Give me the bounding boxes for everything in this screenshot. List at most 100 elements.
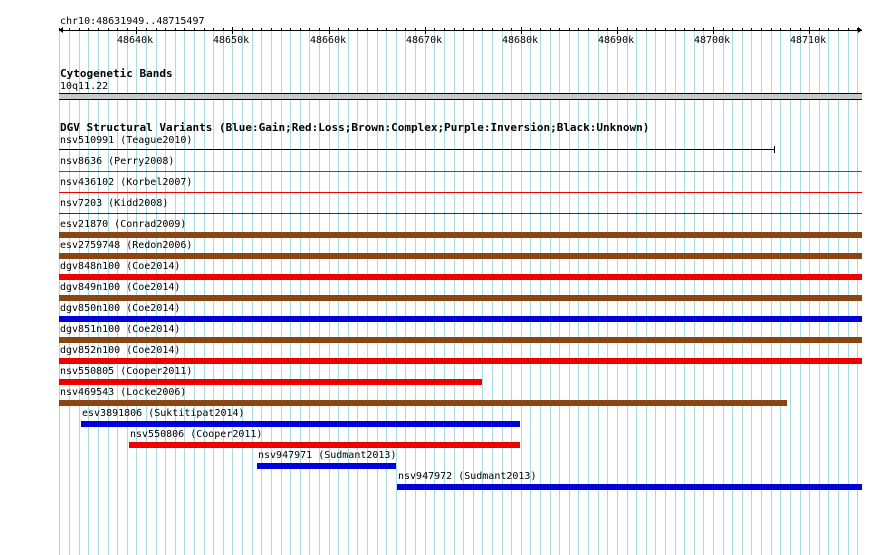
ruler-minor-tick (309, 28, 310, 31)
ruler-minor-tick (127, 28, 128, 31)
variant-bar-complex[interactable] (59, 337, 862, 343)
ruler-minor-tick (213, 28, 214, 31)
ruler-minor-tick (405, 28, 406, 31)
variant-bar-loss[interactable] (59, 192, 862, 193)
ruler-minor-tick (550, 28, 551, 31)
ruler-minor-tick (703, 28, 704, 31)
ruler-minor-tick (367, 28, 368, 31)
ruler-minor-tick (607, 28, 608, 31)
ruler-minor-tick (636, 28, 637, 31)
ruler-tick-label: 48660k (310, 35, 347, 46)
ruler-minor-tick (108, 28, 109, 31)
ruler-minor-tick (146, 28, 147, 31)
ruler-minor-tick (454, 28, 455, 31)
variant-bar-complex[interactable] (59, 295, 862, 301)
variant-label: esv3891806 (Suktitipat2014) (82, 408, 245, 419)
variant-bar-complex[interactable] (59, 253, 862, 259)
ruler-minor-tick (684, 28, 685, 31)
ruler-minor-tick (348, 28, 349, 31)
ruler-minor-tick (694, 28, 695, 31)
variant-label: dgv851n100 (Coe2014) (60, 324, 181, 335)
ruler-tick-label: 48640k (117, 35, 154, 46)
variant-bar-unknown[interactable] (59, 146, 775, 153)
ruler-minor-tick (819, 28, 820, 31)
ruler-minor-tick (530, 28, 531, 31)
ruler-minor-tick (463, 28, 464, 31)
ruler-major-tick (713, 27, 714, 34)
variant-label: esv2759748 (Redon2006) (60, 240, 193, 251)
ruler-minor-tick (338, 28, 339, 31)
variant-bar-gain[interactable] (59, 316, 862, 322)
ruler-minor-tick (838, 28, 839, 31)
ruler-tick-label: 48710k (790, 35, 827, 46)
ruler-tick-label: 48700k (694, 35, 731, 46)
ruler-minor-tick (165, 28, 166, 31)
ruler-minor-tick (655, 28, 656, 31)
variant-label: nsv947971 (Sudmant2013) (258, 450, 397, 461)
ruler-minor-tick (761, 28, 762, 31)
cytoband-name: 10q11.22 (60, 81, 109, 92)
cytoband-bar[interactable] (59, 93, 862, 100)
variant-bar-complex[interactable] (59, 400, 787, 406)
ruler-minor-tick (771, 28, 772, 31)
ruler-minor-tick (290, 28, 291, 31)
ruler-minor-tick (473, 28, 474, 31)
variant-label: dgv848n100 (Coe2014) (60, 261, 181, 272)
variant-bar-loss[interactable] (59, 379, 482, 385)
cytoband-track-title: Cytogenetic Bands (60, 67, 173, 80)
ruler-minor-tick (242, 28, 243, 31)
ruler-minor-tick (252, 28, 253, 31)
ruler-minor-tick (300, 28, 301, 31)
ruler-minor-tick (396, 28, 397, 31)
ruler-minor-tick (223, 28, 224, 31)
ruler-minor-tick (502, 28, 503, 31)
variant-bar-gain[interactable] (397, 484, 862, 490)
coordinate-label: chr10:48631949..48715497 (60, 16, 205, 27)
ruler-tick-label: 48650k (213, 35, 250, 46)
dgv-track-title: DGV Structural Variants (Blue:Gain;Red:L… (60, 121, 650, 134)
ruler-minor-tick (540, 28, 541, 31)
variant-label: nsv7203 (Kidd2008) (60, 198, 169, 209)
ruler-arrow-right-icon (858, 27, 862, 33)
ruler-minor-tick (88, 28, 89, 31)
ruler-minor-tick (357, 28, 358, 31)
variant-label: dgv852n100 (Coe2014) (60, 345, 181, 356)
variant-bar-inversion[interactable] (59, 213, 862, 214)
variant-bar-complex[interactable] (59, 232, 862, 238)
ruler-minor-tick (675, 28, 676, 31)
ruler-minor-tick (261, 28, 262, 31)
variant-label: nsv510991 (Teague2010) (60, 135, 193, 146)
ruler-minor-tick (848, 28, 849, 31)
ruler-minor-tick (175, 28, 176, 31)
variant-bar-gain[interactable] (81, 421, 520, 427)
ruler-minor-tick (386, 28, 387, 31)
ruler-minor-tick (319, 28, 320, 31)
ruler-minor-tick (69, 28, 70, 31)
variant-label: nsv469543 (Locke2006) (60, 387, 187, 398)
variant-bar-loss[interactable] (59, 274, 862, 280)
variant-label: nsv436102 (Korbel2007) (60, 177, 193, 188)
ruler-minor-tick (578, 28, 579, 31)
ruler-minor-tick (665, 28, 666, 31)
variant-end-cap (774, 146, 775, 153)
ruler-minor-tick (627, 28, 628, 31)
ruler-minor-tick (79, 28, 80, 31)
ruler-minor-tick (156, 28, 157, 31)
variant-bar-loss[interactable] (129, 442, 520, 448)
ruler-minor-tick (800, 28, 801, 31)
ruler-tick-label: 48690k (598, 35, 635, 46)
ruler-minor-tick (281, 28, 282, 31)
ruler-tick-label: 48680k (502, 35, 539, 46)
ruler-major-tick (425, 27, 426, 34)
variant-bar-complex[interactable] (59, 171, 862, 172)
ruler-major-tick (809, 27, 810, 34)
ruler-minor-tick (732, 28, 733, 31)
variant-bar-loss[interactable] (59, 358, 862, 364)
ruler-minor-tick (646, 28, 647, 31)
variant-bar-gain[interactable] (257, 463, 396, 469)
variant-label: dgv850n100 (Coe2014) (60, 303, 181, 314)
ruler-minor-tick (751, 28, 752, 31)
ruler-minor-tick (377, 28, 378, 31)
ruler-minor-tick (434, 28, 435, 31)
ruler-minor-tick (588, 28, 589, 31)
